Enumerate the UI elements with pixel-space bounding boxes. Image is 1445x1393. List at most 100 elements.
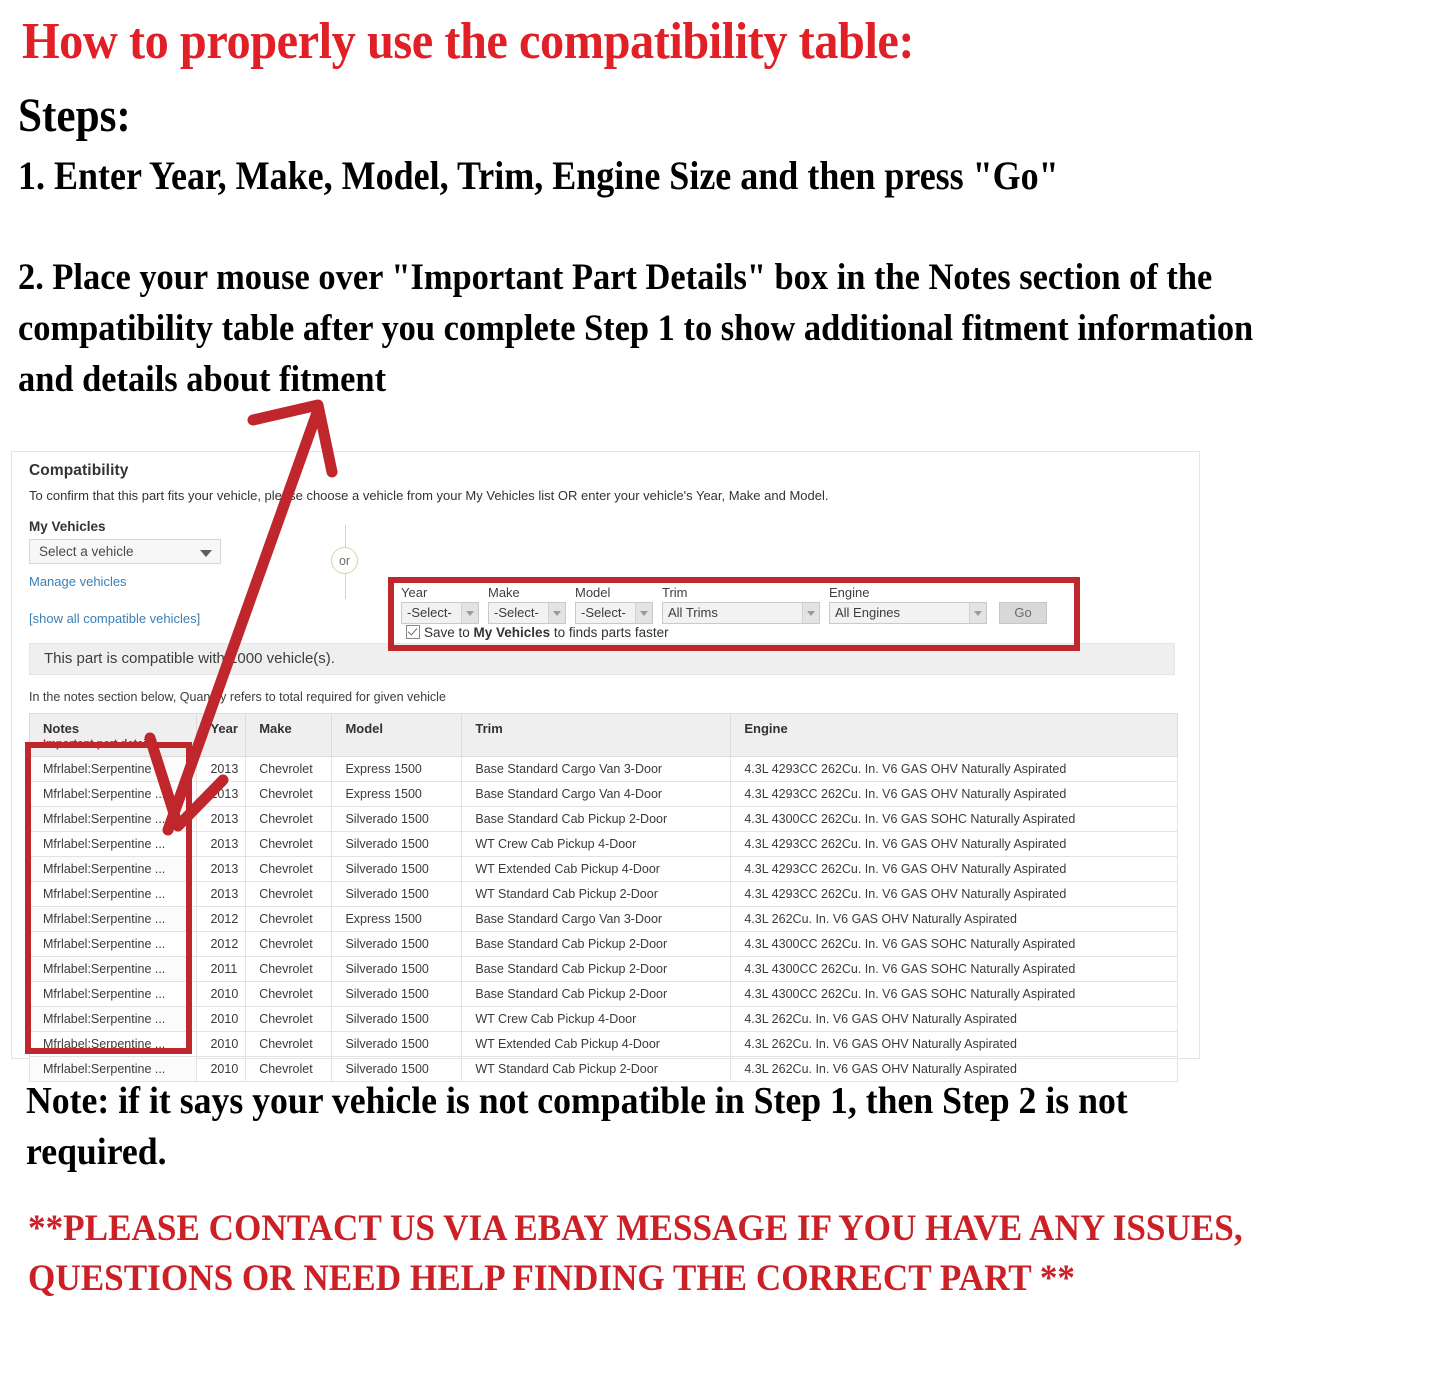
year-field-group: Year -Select- xyxy=(401,585,479,624)
cell-year: 2013 xyxy=(196,781,247,807)
chevron-down-icon xyxy=(548,603,565,623)
cell-trim: Base Standard Cargo Van 4-Door xyxy=(461,781,732,807)
table-row: Mfrlabel:Serpentine ... 2013 Chevrolet Silv… xyxy=(28,856,1178,882)
cell-make: Chevrolet xyxy=(245,856,333,882)
cell-year: 2010 xyxy=(196,981,247,1007)
cell-make: Chevrolet xyxy=(245,1006,333,1032)
cell-notes[interactable]: Mfrlabel:Serpentine ... xyxy=(28,781,198,807)
cell-trim: Base Standard Cab Pickup 2-Door xyxy=(461,931,732,957)
cell-year: 2013 xyxy=(196,756,247,782)
trim-field-group: Trim All Trims xyxy=(662,585,820,624)
cell-trim: Base Standard Cargo Van 3-Door xyxy=(461,906,732,932)
compatibility-panel-content: Compatibility To confirm that this part … xyxy=(28,462,1181,1082)
cell-trim: WT Crew Cab Pickup 4-Door xyxy=(461,831,732,857)
cell-engine: 4.3L 4293CC 262Cu. In. V6 GAS OHV Natura… xyxy=(730,881,1178,907)
cell-notes[interactable]: Mfrlabel:Serpentine ... xyxy=(28,931,198,957)
cell-notes[interactable]: Mfrlabel:Serpentine ... xyxy=(28,1031,198,1057)
page-title: How to properly use the compatibility ta… xyxy=(22,13,915,70)
cell-engine: 4.3L 262Cu. In. V6 GAS OHV Naturally Asp… xyxy=(730,906,1178,932)
cell-trim: Base Standard Cargo Van 3-Door xyxy=(461,756,732,782)
cell-year: 2013 xyxy=(196,806,247,832)
cell-notes[interactable]: Mfrlabel:Serpentine ... xyxy=(28,831,198,857)
fitment-table-head: Notes Important part details Year Make M… xyxy=(28,713,1178,757)
save-to-my-vehicles-row[interactable]: Save to My Vehicles to finds parts faste… xyxy=(406,625,669,640)
cell-make: Chevrolet xyxy=(245,1031,333,1057)
cell-notes[interactable]: Mfrlabel:Serpentine ... xyxy=(28,956,198,982)
chevron-down-icon xyxy=(635,603,652,623)
cell-model: Express 1500 xyxy=(331,756,463,782)
cell-make: Chevrolet xyxy=(245,756,333,782)
cell-model: Silverado 1500 xyxy=(331,831,463,857)
year-select-value: -Select- xyxy=(407,605,452,620)
cell-trim: WT Extended Cab Pickup 4-Door xyxy=(461,1031,732,1057)
cell-year: 2011 xyxy=(196,956,247,982)
cell-engine: 4.3L 4293CC 262Cu. In. V6 GAS OHV Natura… xyxy=(730,856,1178,882)
cell-model: Express 1500 xyxy=(331,781,463,807)
manage-vehicles-link[interactable]: Manage vehicles xyxy=(29,574,259,589)
cell-year: 2013 xyxy=(196,831,247,857)
cell-notes[interactable]: Mfrlabel:Serpentine ... xyxy=(28,856,198,882)
select-vehicle-dropdown[interactable]: Select a vehicle xyxy=(29,539,221,564)
cell-make: Chevrolet xyxy=(245,931,333,957)
table-row: Mfrlabel:Serpentine ... 2013 Chevrolet Silv… xyxy=(28,831,1178,857)
table-row: Mfrlabel:Serpentine ... 2013 Chevrolet Expr… xyxy=(28,781,1178,807)
column-header-trim[interactable]: Trim xyxy=(461,713,732,757)
cell-engine: 4.3L 4300CC 262Cu. In. V6 GAS SOHC Natur… xyxy=(730,806,1178,832)
column-header-notes[interactable]: Notes Important part details xyxy=(28,713,198,757)
engine-select[interactable]: All Engines xyxy=(829,602,987,624)
cell-trim: WT Extended Cab Pickup 4-Door xyxy=(461,856,732,882)
engine-label: Engine xyxy=(829,585,870,600)
table-row: Mfrlabel:Serpentine ... 2012 Chevrolet Silv… xyxy=(28,931,1178,957)
save-bold-label: My Vehicles xyxy=(473,625,551,640)
column-header-model[interactable]: Model xyxy=(331,713,463,757)
engine-select-value: All Engines xyxy=(835,605,901,620)
trim-select[interactable]: All Trims xyxy=(662,602,820,624)
model-select[interactable]: -Select- xyxy=(575,602,653,624)
table-header-row: Notes Important part details Year Make M… xyxy=(28,713,1178,757)
cell-trim: Base Standard Cab Pickup 2-Door xyxy=(461,806,732,832)
cell-year: 2010 xyxy=(196,1006,247,1032)
table-row: Mfrlabel:Serpentine ... 2013 Chevrolet Silv… xyxy=(28,806,1178,832)
cell-trim: Base Standard Cab Pickup 2-Door xyxy=(461,981,732,1007)
show-all-compatible-vehicles-link[interactable]: [show all compatible vehicles] xyxy=(29,611,259,626)
make-select-value: -Select- xyxy=(494,605,539,620)
column-header-engine[interactable]: Engine xyxy=(730,713,1178,757)
compatibility-panel: Compatibility To confirm that this part … xyxy=(11,451,1200,1082)
cell-notes[interactable]: Mfrlabel:Serpentine ... xyxy=(28,906,198,932)
or-badge: or xyxy=(331,547,358,574)
step-2-text: 2. Place your mouse over "Important Part… xyxy=(18,257,1254,401)
compatibility-subheading: To confirm that this part fits your vehi… xyxy=(29,488,829,503)
make-select[interactable]: -Select- xyxy=(488,602,566,624)
cell-notes[interactable]: Mfrlabel:Serpentine ... xyxy=(28,1006,198,1032)
chevron-down-icon xyxy=(461,603,478,623)
bottom-note-text: Note: if it says your vehicle is not com… xyxy=(26,1080,1128,1174)
cell-notes[interactable]: Mfrlabel:Serpentine ... xyxy=(28,981,198,1007)
cell-year: 2013 xyxy=(196,881,247,907)
model-field-group: Model -Select- xyxy=(575,585,653,624)
make-field-group: Make -Select- xyxy=(488,585,566,624)
save-suffix-label: to finds parts faster xyxy=(550,625,669,640)
cell-model: Silverado 1500 xyxy=(331,856,463,882)
cell-notes[interactable]: Mfrlabel:Serpentine ... xyxy=(28,881,198,907)
my-vehicles-column: My Vehicles Select a vehicle Manage vehi… xyxy=(29,519,259,626)
save-prefix-label: Save to xyxy=(424,625,474,640)
go-button[interactable]: Go xyxy=(999,602,1047,624)
important-part-details-label: Important part details xyxy=(43,738,156,750)
cell-engine: 4.3L 4300CC 262Cu. In. V6 GAS SOHC Natur… xyxy=(730,956,1178,982)
cell-trim: WT Standard Cab Pickup 2-Door xyxy=(461,881,732,907)
save-to-my-vehicles-checkbox[interactable] xyxy=(406,625,420,639)
year-label: Year xyxy=(401,585,428,600)
cell-notes[interactable]: Mfrlabel:Serpentine ... xyxy=(28,806,198,832)
make-label: Make xyxy=(488,585,520,600)
column-header-year[interactable]: Year xyxy=(196,713,247,757)
cell-make: Chevrolet xyxy=(245,881,333,907)
column-header-make[interactable]: Make xyxy=(245,713,333,757)
cell-make: Chevrolet xyxy=(245,781,333,807)
cell-notes[interactable]: Mfrlabel:Serpentine ... xyxy=(28,756,198,782)
cell-year: 2012 xyxy=(196,931,247,957)
cell-model: Silverado 1500 xyxy=(331,1031,463,1057)
notes-header-label: Notes xyxy=(43,721,80,736)
cell-engine: 4.3L 4293CC 262Cu. In. V6 GAS OHV Natura… xyxy=(730,756,1178,782)
model-select-value: -Select- xyxy=(581,605,626,620)
year-select[interactable]: -Select- xyxy=(401,602,479,624)
